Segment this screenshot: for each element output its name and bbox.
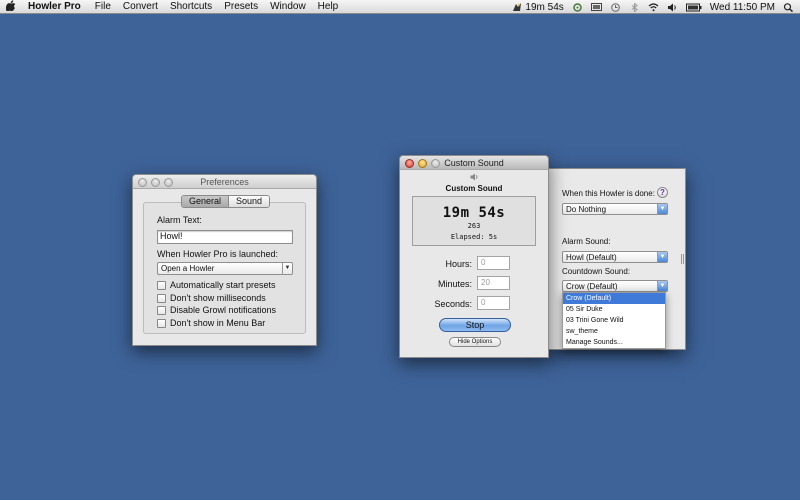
custom-sound-titlebar[interactable]: Custom Sound <box>400 156 548 170</box>
spotlight-search-icon[interactable] <box>783 2 794 12</box>
custom-sound-header: Custom Sound <box>445 184 503 193</box>
menu-item-sir-duke[interactable]: 05 Sir Duke <box>563 304 665 315</box>
preferences-window: Preferences General Sound Alarm Text: Ho… <box>132 174 317 346</box>
countdown-sound-menu: Crow (Default) 05 Sir Duke 03 Trini Gone… <box>562 292 666 349</box>
option-label: Automatically start presets <box>170 280 276 290</box>
option-disable-growl[interactable]: Disable Growl notifications <box>157 305 276 315</box>
when-done-popup[interactable]: Do Nothing ▼ <box>562 203 668 215</box>
tab-sound[interactable]: Sound <box>228 196 270 207</box>
launch-action-popup[interactable]: Open a Howler ▼ <box>157 262 293 275</box>
checkbox[interactable] <box>157 318 166 328</box>
preferences-titlebar[interactable]: Preferences <box>133 175 316 189</box>
tick-count: 263 <box>467 222 481 230</box>
zoom-button[interactable] <box>164 178 173 187</box>
launch-action-value: Open a Howler <box>161 264 215 273</box>
countdown-sound-label: Countdown Sound: <box>562 267 631 276</box>
menu-item-sw-theme[interactable]: sw_theme <box>563 326 665 337</box>
checkbox[interactable] <box>157 280 166 290</box>
hours-input[interactable]: 0 <box>477 256 510 270</box>
preferences-tab-control: General Sound <box>181 195 271 208</box>
when-done-label: When this Howler is done: <box>562 189 655 198</box>
option-auto-start-presets[interactable]: Automatically start presets <box>157 280 276 290</box>
popup-arrow-icon: ▼ <box>657 281 667 291</box>
minimize-button[interactable] <box>418 159 427 168</box>
minimize-button[interactable] <box>151 178 160 187</box>
menu-help[interactable]: Help <box>312 1 345 12</box>
menu-shortcuts[interactable]: Shortcuts <box>164 1 218 12</box>
custom-sound-title: Custom Sound <box>444 158 504 168</box>
gear-sync-icon[interactable] <box>572 2 583 12</box>
close-button[interactable] <box>138 178 147 187</box>
close-button[interactable] <box>405 159 414 168</box>
menu-convert[interactable]: Convert <box>117 1 164 12</box>
screen-icon[interactable] <box>590 2 602 12</box>
menu-presets[interactable]: Presets <box>218 1 264 12</box>
timer-display: 19m 54s 263 Elapsed: 5s <box>412 196 536 246</box>
option-label: Disable Growl notifications <box>170 305 277 315</box>
alarm-sound-value: Howl (Default) <box>566 253 617 262</box>
launch-label: When Howler Pro is launched: <box>157 249 279 259</box>
seconds-label: Seconds: <box>434 299 472 309</box>
alarm-text-label: Alarm Text: <box>157 215 202 225</box>
menu-item-manage-sounds[interactable]: Manage Sounds... <box>563 337 665 348</box>
alarm-sound-popup[interactable]: Howl (Default) ▼ <box>562 251 668 263</box>
seconds-input[interactable]: 0 <box>477 296 510 310</box>
option-label: Don't show in Menu Bar <box>170 318 266 328</box>
popup-arrow-icon: ▼ <box>657 204 667 214</box>
popup-arrow-icon: ▼ <box>657 252 667 262</box>
custom-sound-window: Custom Sound Custom Sound 19m 54s 263 El… <box>399 155 549 358</box>
splitter-handle[interactable] <box>681 254 684 264</box>
menu-item-crow[interactable]: Crow (Default) <box>563 293 665 304</box>
menu-item-trini-gone-wild[interactable]: 03 Trini Gone Wild <box>563 315 665 326</box>
menu-file[interactable]: File <box>89 1 117 12</box>
apple-menu-icon[interactable] <box>0 0 22 14</box>
countdown-sound-value: Crow (Default) <box>566 282 618 291</box>
battery-icon[interactable] <box>685 3 702 12</box>
speaker-icon[interactable] <box>470 173 479 181</box>
tab-general[interactable]: General <box>182 196 229 207</box>
minutes-input[interactable]: 20 <box>477 276 510 290</box>
stop-button[interactable]: Stop <box>439 318 511 332</box>
when-done-value: Do Nothing <box>566 205 607 214</box>
popup-arrow-icon: ▼ <box>282 263 292 274</box>
menu-extras: 19m 54s Wed 11:50 PM <box>512 0 794 14</box>
howler-status-item[interactable]: 19m 54s <box>512 1 564 13</box>
checkbox[interactable] <box>157 305 166 315</box>
volume-icon[interactable] <box>667 3 678 12</box>
option-hide-milliseconds[interactable]: Don't show milliseconds <box>157 293 266 303</box>
alarm-sound-label: Alarm Sound: <box>562 237 611 246</box>
countdown-sound-popup[interactable]: Crow (Default) ▼ <box>562 280 668 292</box>
checkbox[interactable] <box>157 293 166 303</box>
menu-bar: Howler Pro File Convert Shortcuts Preset… <box>0 0 800 14</box>
hide-options-button[interactable]: Hide Options <box>449 337 501 347</box>
alarm-text-input[interactable]: Howl! <box>157 230 293 244</box>
timer-status: 19m 54s <box>525 1 564 13</box>
minutes-label: Minutes: <box>437 279 472 289</box>
hours-label: Hours: <box>445 259 472 269</box>
zoom-button[interactable] <box>431 159 440 168</box>
wifi-icon[interactable] <box>648 2 659 12</box>
option-hide-menu-bar[interactable]: Don't show in Menu Bar <box>157 318 265 328</box>
time-remaining: 19m 54s <box>442 205 506 221</box>
time-machine-icon[interactable] <box>610 2 621 12</box>
howler-wolf-icon <box>513 3 522 11</box>
help-button[interactable]: ? <box>657 187 668 198</box>
preferences-title: Preferences <box>200 177 249 187</box>
bluetooth-icon[interactable] <box>629 2 640 12</box>
menu-window[interactable]: Window <box>264 1 312 12</box>
option-label: Don't show milliseconds <box>170 293 266 303</box>
clock[interactable]: Wed 11:50 PM <box>710 2 775 13</box>
elapsed-time: Elapsed: 5s <box>450 233 498 241</box>
menu-app-name[interactable]: Howler Pro <box>22 1 89 12</box>
